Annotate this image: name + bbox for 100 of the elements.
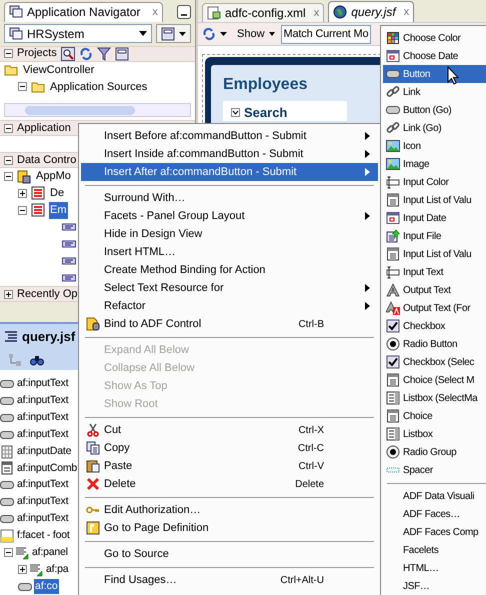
menu-item[interactable]: Select Text Resource for: [81, 279, 378, 297]
tree-item[interactable]: af:co: [34, 578, 59, 594]
tree-item[interactable]: f:facet - foot: [16, 528, 71, 544]
tree-item[interactable]: af:inputText: [16, 393, 70, 409]
tree-item[interactable]: af:panel: [31, 544, 69, 561]
menu-item[interactable]: ADF Faces Comp: [383, 523, 486, 541]
menu-item[interactable]: Choice (Select M: [383, 371, 486, 389]
menu-item[interactable]: Image: [383, 155, 486, 173]
menu-item[interactable]: Link: [383, 83, 486, 101]
menu-item[interactable]: Link (Go): [383, 119, 486, 137]
menu-item[interactable]: Spacer: [383, 461, 486, 479]
menu-item[interactable]: ADF Faces…: [383, 505, 486, 523]
view-object-icon: [31, 203, 45, 218]
menu-item[interactable]: HTML…: [383, 559, 486, 577]
menu-item[interactable]: Radio Group: [383, 443, 486, 461]
view-dropdown[interactable]: [156, 24, 191, 44]
tree-item[interactable]: af:inputComb: [16, 460, 78, 476]
editor-tab[interactable]: query.jsf x: [328, 1, 414, 22]
menu-item[interactable]: Facelets: [383, 541, 486, 559]
menu-item[interactable]: Input File: [383, 227, 486, 245]
menu-item[interactable]: Listbox (SelectMa: [383, 389, 486, 407]
tree-item[interactable]: Em: [49, 202, 68, 219]
tree-item[interactable]: AppMo: [35, 168, 72, 185]
expand-icon[interactable]: [18, 188, 27, 198]
expand-icon[interactable]: [18, 565, 27, 574]
menu-item[interactable]: Button (Go): [383, 101, 486, 119]
tree-item[interactable]: af:pa: [45, 562, 70, 578]
collapse-icon[interactable]: [4, 548, 13, 558]
tree-item[interactable]: af:inputText: [16, 494, 70, 510]
close-button[interactable]: x: [404, 4, 410, 20]
editor-tab[interactable]: adfc-config.xml x: [202, 3, 324, 22]
tree-item[interactable]: af:inputDate: [16, 444, 72, 460]
menu-item[interactable]: Choose Color: [383, 29, 486, 47]
expand-icon[interactable]: [4, 290, 13, 299]
hierarchy-icon: [8, 352, 22, 367]
section-title: Application: [17, 120, 71, 136]
page-definition-icon: [86, 521, 100, 535]
collapse-icon[interactable]: [4, 172, 13, 182]
menu-item[interactable]: Input Color: [383, 173, 486, 191]
menu-item[interactable]: Hide in Design View: [81, 225, 378, 243]
menu-item[interactable]: Bind to ADF Control Ctrl-B: [81, 315, 378, 333]
letter-icon: [386, 283, 400, 297]
close-button[interactable]: x: [314, 4, 320, 22]
menu-item[interactable]: ADF Data Visuali: [383, 487, 486, 505]
filter-field[interactable]: Match Current Mo: [280, 24, 372, 44]
tree-item[interactable]: af:inputText: [16, 410, 70, 426]
menu-item[interactable]: Input Date: [383, 209, 486, 227]
menu-label: Link (Go): [403, 122, 442, 136]
menu-item[interactable]: Checkbox (Selec: [383, 353, 486, 371]
menu-item[interactable]: Go to Source: [81, 545, 378, 563]
menu-item[interactable]: Insert Before af:commandButton - Submit: [81, 127, 378, 145]
menu-item[interactable]: Insert Inside af:commandButton - Submit: [81, 145, 378, 163]
button-shape-icon: [386, 67, 400, 81]
menu-item[interactable]: JSF…: [383, 577, 486, 595]
menu-item[interactable]: Radio Button: [383, 335, 486, 353]
collapse-icon[interactable]: [18, 82, 27, 92]
menu-item[interactable]: Edit Authorization…: [81, 501, 378, 519]
menu-item[interactable]: Choose Date: [383, 47, 486, 65]
tree-item[interactable]: af:inputText: [16, 511, 70, 527]
menu-item[interactable]: Go to Page Definition: [81, 519, 378, 537]
menu-item[interactable]: Input List of Valu: [383, 191, 486, 209]
navigator-tab[interactable]: Application Navigator x: [4, 2, 163, 22]
minimize-icon[interactable]: [177, 4, 191, 19]
tree-item[interactable]: af:inputText: [16, 426, 70, 443]
menu-item[interactable]: Checkbox: [383, 317, 486, 335]
menu-item[interactable]: Surround With…: [81, 189, 378, 207]
application-dropdown[interactable]: HRSystem: [4, 24, 152, 44]
close-button[interactable]: x: [152, 4, 158, 21]
menu-item[interactable]: Input Text: [383, 263, 486, 281]
menu-item[interactable]: Button: [383, 65, 486, 83]
menu-item[interactable]: Delete Delete: [81, 475, 378, 493]
menu-item[interactable]: Choice: [383, 407, 486, 425]
tree-item[interactable]: ViewController: [22, 62, 96, 78]
menu-item[interactable]: Find Usages… Ctrl+Alt-U: [81, 571, 378, 589]
menu-item[interactable]: Cut Ctrl-X: [81, 421, 378, 439]
menu-item[interactable]: Create Method Binding for Action: [81, 261, 378, 279]
menu-item[interactable]: Output Text (For: [383, 299, 486, 317]
menu-item[interactable]: Listbox: [383, 425, 486, 443]
collapse-icon[interactable]: [231, 108, 240, 116]
section-title: Search: [244, 106, 288, 118]
show-button[interactable]: Show: [235, 26, 277, 42]
tree-item[interactable]: Application Sources: [49, 78, 148, 96]
menu-item[interactable]: Refactor: [81, 297, 378, 315]
menu-item[interactable]: Paste Ctrl-V: [81, 457, 378, 475]
tree-item[interactable]: De: [49, 185, 66, 202]
collapse-icon[interactable]: [18, 206, 27, 215]
menu-item[interactable]: Icon: [383, 137, 486, 155]
scrollbar[interactable]: [4, 103, 191, 118]
tree-item[interactable]: af:inputText: [16, 477, 70, 494]
menu-item[interactable]: Facets - Panel Group Layout: [81, 207, 378, 225]
menu-label: Icon: [403, 140, 421, 154]
menu-item[interactable]: Copy Ctrl-C: [81, 439, 378, 457]
menu-item[interactable]: Insert After af:commandButton - Submit: [81, 163, 378, 181]
collapse-icon[interactable]: [4, 124, 13, 133]
tree-item[interactable]: af:inputText: [16, 376, 70, 392]
collapse-icon[interactable]: [4, 49, 13, 58]
menu-item[interactable]: Input List of Valu: [383, 245, 486, 263]
menu-item[interactable]: Insert HTML…: [81, 243, 378, 261]
collapse-icon[interactable]: [4, 156, 13, 165]
menu-item[interactable]: Output Text: [383, 281, 486, 299]
